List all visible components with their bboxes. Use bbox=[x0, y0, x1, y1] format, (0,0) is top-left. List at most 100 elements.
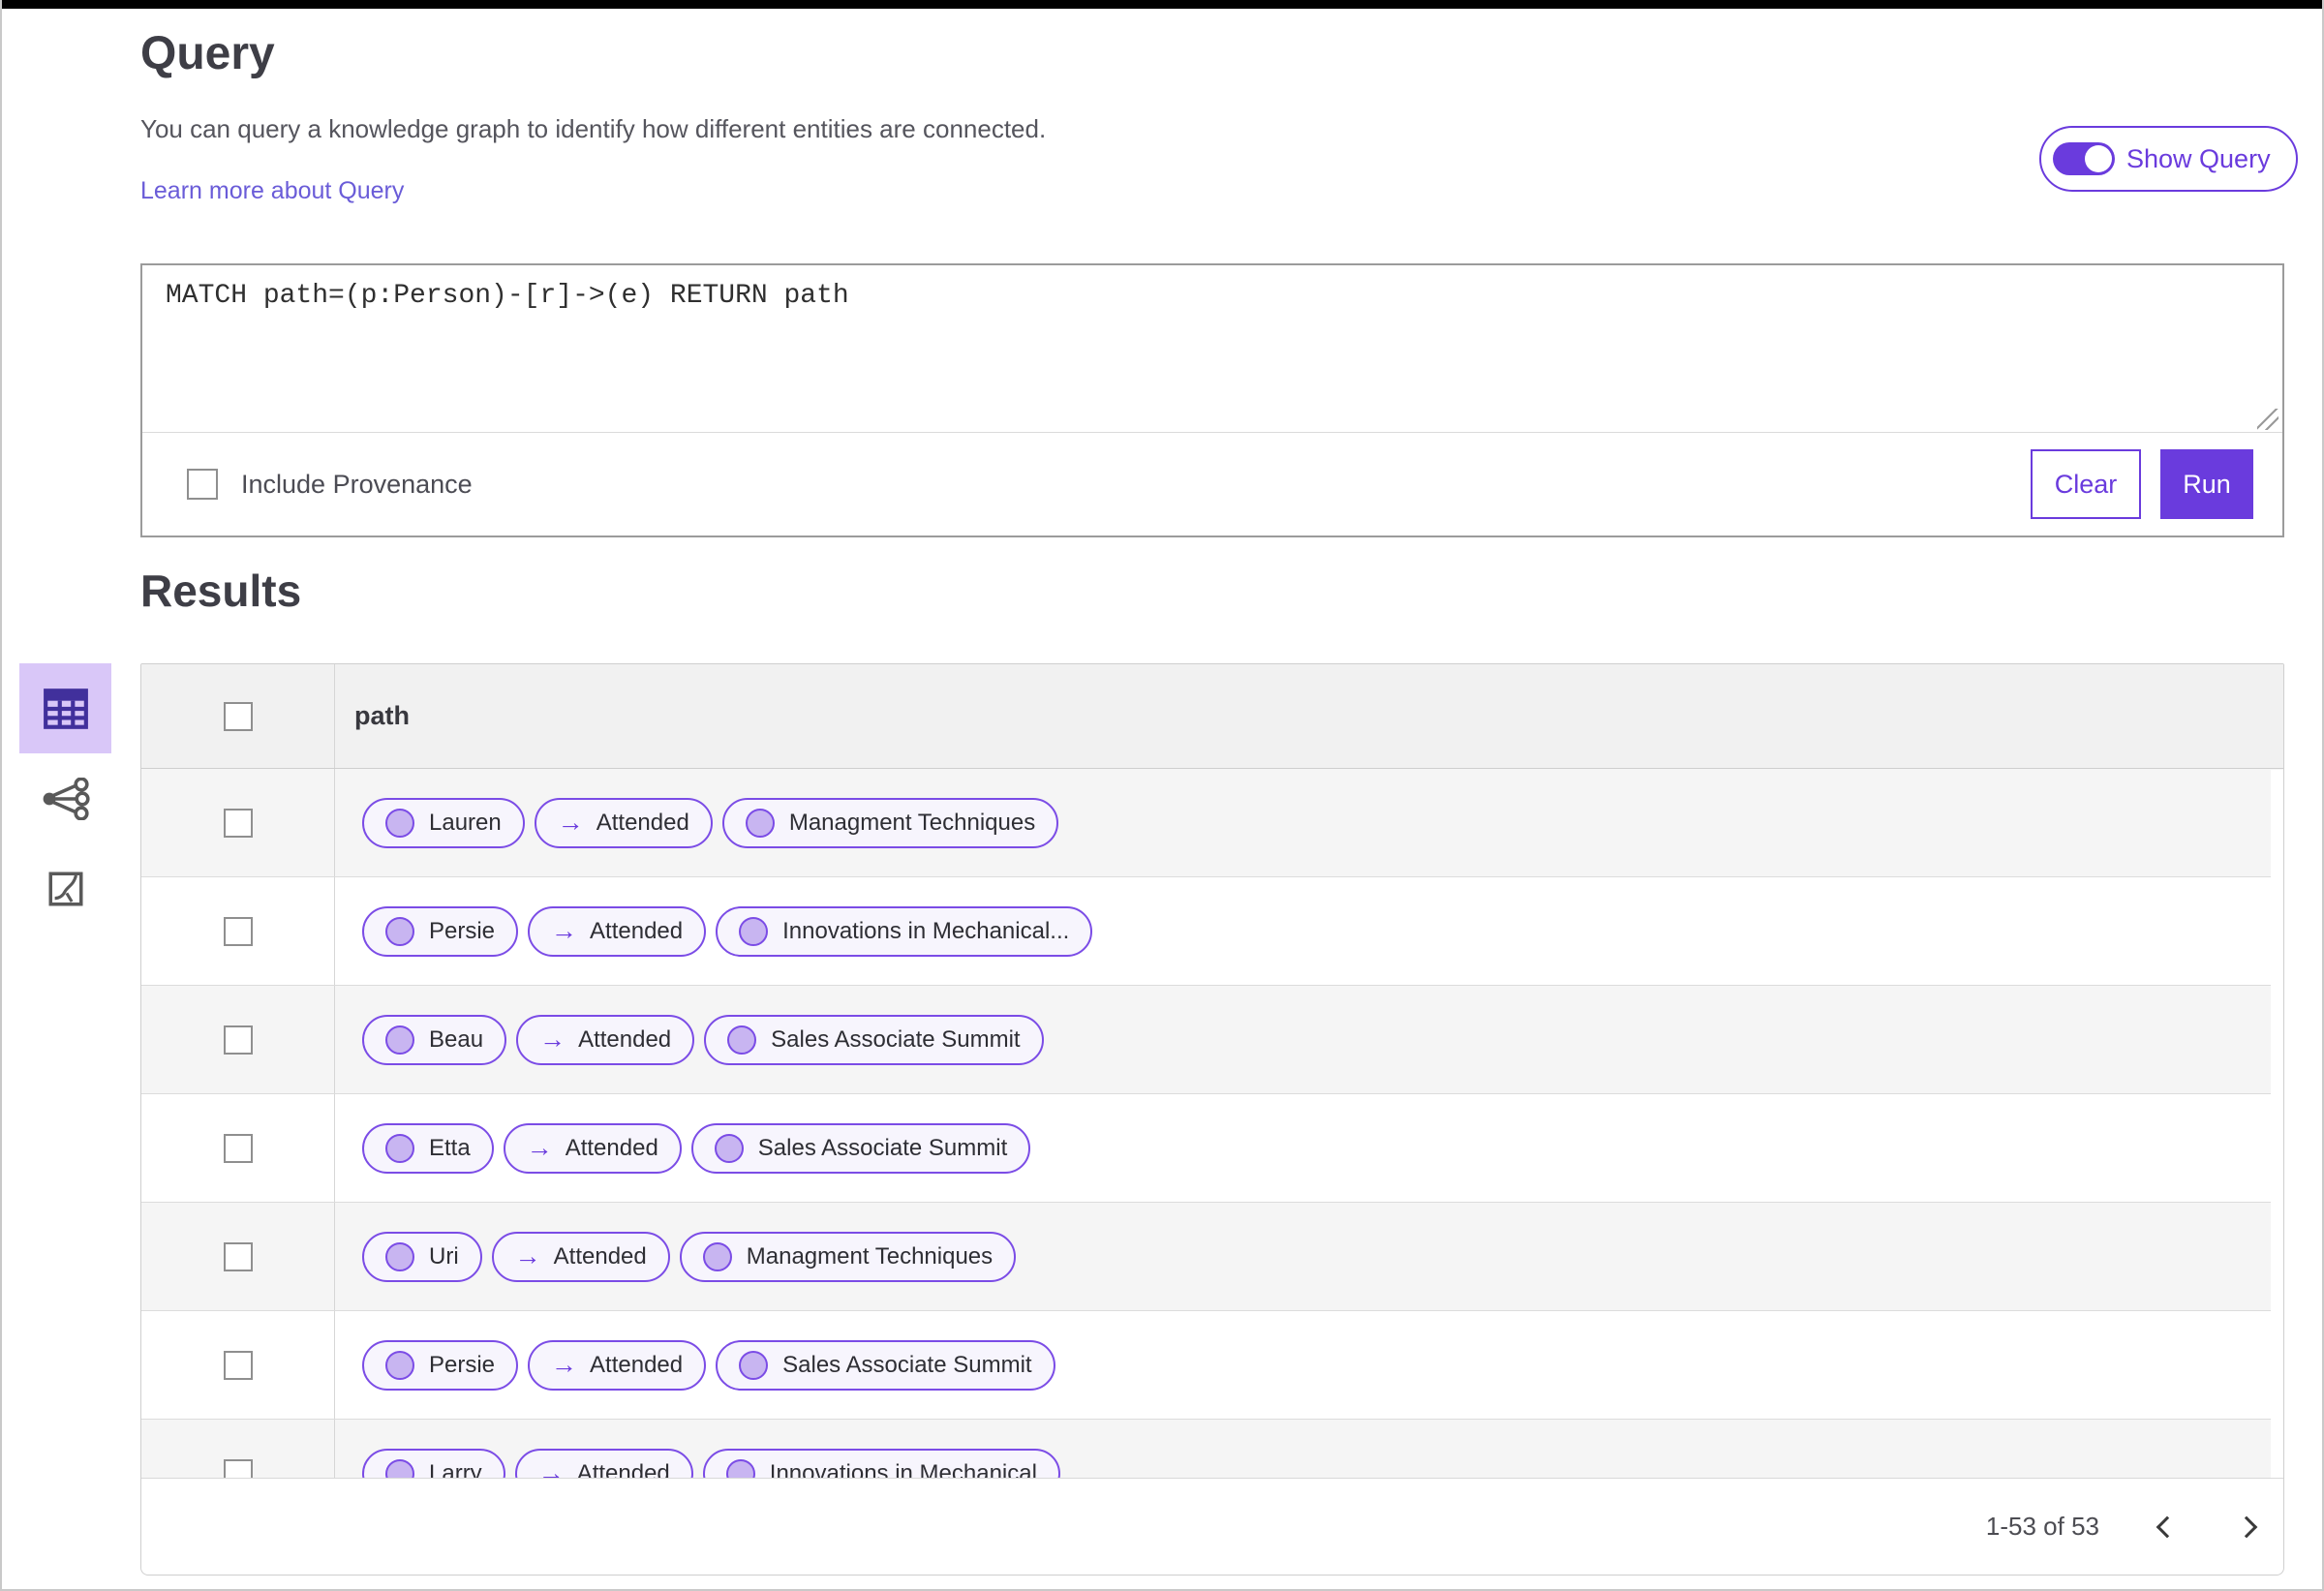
row-checkbox[interactable] bbox=[223, 916, 253, 946]
table-body: Lauren → Attended Managment Techniques P… bbox=[141, 769, 2283, 1528]
target-entity-pill[interactable]: Sales Associate Summit bbox=[690, 1122, 1031, 1174]
query-page: Query You can query a knowledge graph to… bbox=[0, 0, 2324, 1591]
relation-label: Attended bbox=[596, 809, 689, 836]
row-checkbox[interactable] bbox=[223, 1350, 253, 1380]
target-entity-label: Sales Associate Summit bbox=[782, 1351, 1032, 1378]
relation-label: Attended bbox=[578, 1025, 672, 1053]
row-checkbox[interactable] bbox=[223, 1133, 253, 1163]
show-query-label: Show Query bbox=[2126, 143, 2271, 173]
row-checkbox-cell bbox=[141, 986, 335, 1093]
target-entity-pill[interactable]: Sales Associate Summit bbox=[704, 1014, 1044, 1065]
relation-pill[interactable]: → Attended bbox=[534, 797, 713, 848]
run-button[interactable]: Run bbox=[2160, 449, 2253, 519]
path-cell: Persie → Attended Sales Associate Summit bbox=[335, 1311, 2283, 1419]
target-entity-pill[interactable]: Managment Techniques bbox=[721, 797, 1059, 848]
query-input[interactable]: MATCH path=(p:Person)-[r]->(e) RETURN pa… bbox=[142, 265, 2282, 433]
graph-view-button[interactable] bbox=[19, 753, 111, 843]
page-title: Query bbox=[140, 28, 275, 79]
path-column-header: path bbox=[354, 701, 410, 730]
target-entity-label: Managment Techniques bbox=[746, 1242, 994, 1270]
next-page-icon[interactable] bbox=[2235, 1515, 2258, 1538]
scrollbar-gutter bbox=[2271, 770, 2283, 1478]
source-entity-pill[interactable]: Beau bbox=[362, 1014, 507, 1065]
path-cell: Persie → Attended Innovations in Mechani… bbox=[335, 877, 2283, 985]
row-checkbox[interactable] bbox=[223, 1241, 253, 1271]
arrow-right-icon: → bbox=[551, 1350, 578, 1379]
query-editor-footer: Include Provenance Clear Run bbox=[142, 433, 2282, 535]
include-provenance-checkbox[interactable] bbox=[187, 469, 218, 500]
row-checkbox-cell bbox=[141, 1203, 335, 1310]
relation-label: Attended bbox=[565, 1134, 658, 1161]
row-checkbox-cell bbox=[141, 877, 335, 985]
clear-button[interactable]: Clear bbox=[2031, 449, 2141, 519]
toggle-knob bbox=[2085, 145, 2112, 172]
table-view-icon bbox=[43, 688, 88, 729]
table-row: Uri → Attended Managment Techniques bbox=[141, 1203, 2283, 1311]
entity-node-icon bbox=[385, 1025, 414, 1055]
table-row: Persie → Attended Innovations in Mechani… bbox=[141, 877, 2283, 986]
chart-view-button[interactable] bbox=[19, 843, 111, 933]
entity-node-icon bbox=[385, 916, 414, 946]
target-entity-label: Sales Associate Summit bbox=[771, 1025, 1021, 1053]
source-entity-label: Beau bbox=[429, 1025, 484, 1053]
source-entity-pill[interactable]: Uri bbox=[362, 1231, 482, 1282]
table-row: Lauren → Attended Managment Techniques bbox=[141, 769, 2283, 877]
relation-pill[interactable]: → Attended bbox=[503, 1122, 682, 1174]
relation-label: Attended bbox=[553, 1242, 647, 1270]
graph-view-icon bbox=[43, 777, 90, 820]
row-checkbox[interactable] bbox=[223, 808, 253, 838]
target-entity-pill[interactable]: Sales Associate Summit bbox=[716, 1339, 1055, 1391]
source-entity-label: Etta bbox=[429, 1134, 471, 1161]
query-editor: MATCH path=(p:Person)-[r]->(e) RETURN pa… bbox=[140, 263, 2284, 537]
source-entity-label: Lauren bbox=[429, 809, 502, 836]
header-checkbox-cell bbox=[141, 664, 335, 768]
entity-node-icon bbox=[739, 916, 769, 946]
show-query-toggle[interactable]: Show Query bbox=[2039, 126, 2298, 192]
results-table: path Lauren → Attended Managment Techniq… bbox=[140, 663, 2284, 1576]
target-entity-pill[interactable]: Innovations in Mechanical... bbox=[716, 905, 1093, 957]
source-entity-pill[interactable]: Persie bbox=[362, 905, 519, 957]
target-entity-label: Innovations in Mechanical... bbox=[782, 917, 1070, 944]
previous-page-icon[interactable] bbox=[2156, 1515, 2179, 1538]
target-entity-pill[interactable]: Managment Techniques bbox=[679, 1231, 1017, 1282]
toggle-on-icon bbox=[2053, 142, 2115, 175]
table-row: Etta → Attended Sales Associate Summit bbox=[141, 1094, 2283, 1203]
entity-node-icon bbox=[745, 808, 775, 838]
row-checkbox-cell bbox=[141, 1094, 335, 1202]
source-entity-label: Persie bbox=[429, 917, 496, 944]
results-view-rail bbox=[19, 663, 111, 933]
textarea-resize-handle[interactable] bbox=[2257, 409, 2278, 430]
relation-pill[interactable]: → Attended bbox=[528, 905, 707, 957]
relation-pill[interactable]: → Attended bbox=[516, 1014, 695, 1065]
path-cell: Uri → Attended Managment Techniques bbox=[335, 1203, 2283, 1310]
table-view-button[interactable] bbox=[19, 663, 111, 753]
relation-label: Attended bbox=[590, 917, 684, 944]
path-cell: Beau → Attended Sales Associate Summit bbox=[335, 986, 2283, 1093]
table-row: Beau → Attended Sales Associate Summit bbox=[141, 986, 2283, 1094]
source-entity-pill[interactable]: Etta bbox=[362, 1122, 494, 1174]
results-heading: Results bbox=[140, 566, 302, 616]
arrow-right-icon: → bbox=[557, 808, 584, 837]
entity-node-icon bbox=[385, 1133, 414, 1163]
entity-node-icon bbox=[727, 1025, 757, 1055]
pagination-range-label: 1-53 of 53 bbox=[1985, 1512, 2099, 1541]
row-checkbox-cell bbox=[141, 1311, 335, 1419]
entity-node-icon bbox=[714, 1133, 744, 1163]
relation-pill[interactable]: → Attended bbox=[491, 1231, 670, 1282]
source-entity-pill[interactable]: Lauren bbox=[362, 797, 525, 848]
entity-node-icon bbox=[385, 808, 414, 838]
source-entity-label: Uri bbox=[429, 1242, 459, 1270]
path-cell: Etta → Attended Sales Associate Summit bbox=[335, 1094, 2283, 1202]
table-row: Persie → Attended Sales Associate Summit bbox=[141, 1311, 2283, 1420]
learn-more-link[interactable]: Learn more about Query bbox=[140, 177, 404, 205]
relation-pill[interactable]: → Attended bbox=[528, 1339, 707, 1391]
include-provenance-label: Include Provenance bbox=[241, 469, 473, 499]
path-cell: Lauren → Attended Managment Techniques bbox=[335, 769, 2283, 876]
chart-view-icon bbox=[48, 872, 82, 905]
relation-label: Attended bbox=[590, 1351, 684, 1378]
source-entity-pill[interactable]: Persie bbox=[362, 1339, 519, 1391]
row-checkbox[interactable] bbox=[223, 1025, 253, 1055]
select-all-checkbox[interactable] bbox=[223, 701, 253, 731]
entity-node-icon bbox=[385, 1241, 414, 1271]
entity-node-icon bbox=[739, 1350, 769, 1380]
